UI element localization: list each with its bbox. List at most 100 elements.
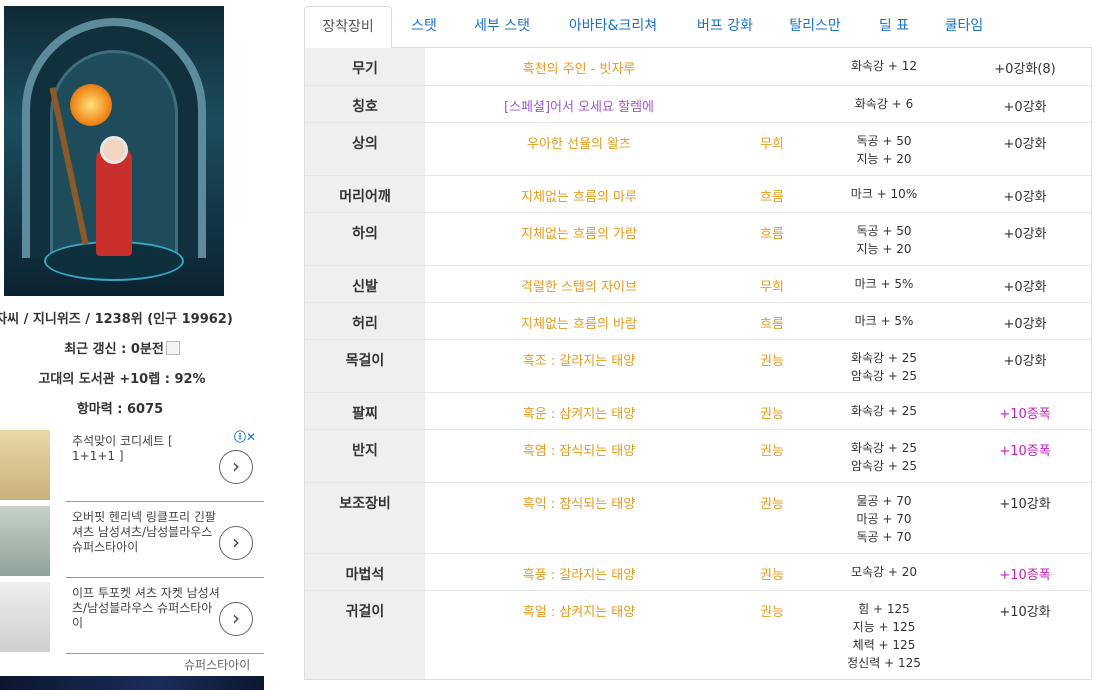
equipment-stat-line: 화속강 + 25	[850, 404, 918, 418]
tab-stats[interactable]: 스탯	[398, 6, 450, 48]
equipment-stats: 힘 + 125 지능 + 125 체력 + 125 정신력 + 125	[811, 600, 957, 672]
equipment-stat-line: 지능 + 125	[852, 620, 916, 634]
ad-banner[interactable]	[0, 676, 264, 690]
equipment-enhancement: +10증폭	[999, 407, 1051, 422]
equipment-stat-line: 암속강 + 25	[850, 369, 918, 383]
tab-buff-enhance[interactable]: 버프 강화	[686, 6, 764, 48]
tab-detail-stats[interactable]: 세부 스탯	[462, 6, 542, 48]
equipment-name[interactable]: 우아한 선율의 왈츠	[425, 133, 733, 152]
equipment-enhancement: +0강화	[1003, 280, 1047, 295]
equipment-stat-line: 지능 + 20	[856, 152, 912, 166]
equipment-slot: 칭호	[305, 86, 425, 122]
equipment-row[interactable]: 허리 지체없는 흐름의 바람 흐름 마크 + 5% +0강화	[305, 302, 1091, 339]
character-panel: 자씨 / 지니위즈 / 1238위 (인구 19962) 최근 갱신 : 0분전…	[0, 0, 280, 690]
ad-thumbnail[interactable]	[0, 506, 50, 576]
chevron-right-icon[interactable]: ›	[219, 526, 253, 560]
chevron-right-icon[interactable]: ›	[219, 602, 253, 636]
equipment-slot: 귀걸이	[305, 591, 425, 679]
equipment-slot: 신발	[305, 266, 425, 302]
equipment-set: 권능	[760, 605, 784, 620]
equipment-row[interactable]: 반지 흑염 : 잠식되는 태양 권능 화속강 + 25 암속강 + 25 +10증폭	[305, 429, 1091, 482]
equipment-row[interactable]: 귀걸이 흑얼 : 삼켜지는 태양 권능 힘 + 125 지능 + 125 체력 + 125…	[305, 590, 1091, 679]
equipment-slot: 마법석	[305, 554, 425, 590]
equipment-stat-line: 마공 + 70	[856, 512, 912, 526]
equipment-stat-line: 독공 + 70	[856, 530, 912, 544]
equipment-stat-line: 모속강 + 20	[850, 565, 918, 579]
tab-talisman[interactable]: 탈리스만	[782, 6, 848, 48]
equipment-slot: 허리	[305, 303, 425, 339]
equipment-slot: 팔찌	[305, 393, 425, 429]
equipment-set: 권능	[760, 407, 784, 422]
equipment-name[interactable]: 흑풍 : 갈라지는 태양	[425, 564, 733, 583]
ad-item[interactable]: 이프 투포켓 셔츠 자켓 남성셔츠/남성블라우스 슈퍼스타아이 ›	[0, 578, 264, 654]
tab-cooldown[interactable]: 쿨타임	[936, 6, 992, 48]
equipment-row[interactable]: 하의 지체없는 흐름의 가람 흐름 독공 + 50 지능 + 20 +0강화	[305, 212, 1091, 265]
ad-item[interactable]: 추석맞이 코디세트 [ 1+1+1 ] ›	[0, 426, 264, 502]
equipment-row[interactable]: 신발 격렬한 스텝의 자이브 무희 마크 + 5% +0강화	[305, 265, 1091, 302]
equipment-stats: 화속강 + 25	[811, 402, 957, 420]
equipment-slot: 머리어깨	[305, 176, 425, 212]
equipment-stat-line: 화속강 + 6	[854, 97, 914, 111]
equipment-stats: 물공 + 70 마공 + 70 독공 + 70	[811, 492, 957, 546]
equipment-stat-line: 정신력 + 125	[847, 656, 921, 670]
equipment-slot: 목걸이	[305, 340, 425, 392]
equipment-stat-line: 체력 + 125	[852, 638, 916, 652]
equipment-enhancement: +0강화	[1003, 137, 1047, 152]
equipment-row[interactable]: 팔찌 흑운 : 삼켜지는 태양 권능 화속강 + 25 +10증폭	[305, 392, 1091, 429]
equipment-row[interactable]: 머리어깨 지체없는 흐름의 마루 흐름 마크 + 10% +0강화	[305, 175, 1091, 212]
equipment-stat-line: 물공 + 70	[856, 494, 912, 508]
equipment-set: 흐름	[760, 317, 784, 332]
equipment-name[interactable]: 지체없는 흐름의 바람	[425, 313, 733, 332]
tab-avatar-creature[interactable]: 아바타&크리쳐	[560, 6, 666, 48]
equipment-stats: 화속강 + 6	[811, 95, 957, 113]
equipment-enhancement: +0강화	[1003, 190, 1047, 205]
ad-item-text[interactable]: 이프 투포켓 셔츠 자켓 남성셔츠/남성블라우스 슈퍼스타아이	[72, 586, 222, 631]
ad-advertiser[interactable]: 슈퍼스타아이	[184, 656, 250, 673]
equipment-set: 권능	[760, 444, 784, 459]
equipment-name[interactable]: [스페셜]어서 오세요 할렘에	[425, 96, 733, 115]
character-rank-line: 자씨 / 지니위즈 / 1238위 (인구 19962)	[0, 312, 233, 327]
equipment-name[interactable]: 지체없는 흐름의 가람	[425, 223, 733, 242]
equipment-stat-line: 화속강 + 12	[850, 59, 918, 73]
equipment-name[interactable]: 격렬한 스텝의 자이브	[425, 276, 733, 295]
equipment-name[interactable]: 흑익 : 잠식되는 태양	[425, 493, 733, 512]
tab-equipment[interactable]: 장착장비	[304, 6, 392, 49]
equipment-enhancement: +0강화	[1003, 354, 1047, 369]
equipment-name[interactable]: 흑얼 : 삼켜지는 태양	[425, 601, 733, 620]
equipment-stats: 마크 + 10%	[811, 185, 957, 203]
equipment-stats: 마크 + 5%	[811, 275, 957, 293]
equipment-stat-line: 지능 + 20	[856, 242, 912, 256]
equipment-name[interactable]: 흑염 : 잠식되는 태양	[425, 440, 733, 459]
equipment-row[interactable]: 칭호 [스페셜]어서 오세요 할렘에 화속강 + 6 +0강화	[305, 85, 1091, 122]
ad-thumbnail[interactable]	[0, 430, 50, 500]
last-update-label: 최근 갱신 : 0분전	[64, 342, 164, 357]
equipment-name[interactable]: 흑천의 주인 - 빗자루	[425, 58, 733, 77]
ad-item-text[interactable]: 오버핏 헨리넥 링클프리 긴팔셔츠 남성셔츠/남성블라우스 슈퍼스타아이	[72, 510, 222, 555]
chevron-right-icon[interactable]: ›	[219, 450, 253, 484]
tab-damage-table[interactable]: 딜 표	[870, 6, 918, 48]
refresh-icon[interactable]	[165, 341, 180, 355]
ad-item[interactable]: 오버핏 헨리넥 링클프리 긴팔셔츠 남성셔츠/남성블라우스 슈퍼스타아이 ›	[0, 502, 264, 578]
equipment-name[interactable]: 흑조 : 갈라지는 태양	[425, 350, 733, 369]
equipment-table: 무기 흑천의 주인 - 빗자루 화속강 + 12 +0강화(8) 칭호 [스페셜]어서 오…	[304, 48, 1092, 680]
equipment-stats: 화속강 + 25 암속강 + 25	[811, 349, 957, 385]
equipment-name[interactable]: 지체없는 흐름의 마루	[425, 186, 733, 205]
equipment-slot: 보조장비	[305, 483, 425, 553]
equipment-enhancement: +10강화	[999, 497, 1051, 512]
equipment-set: 권능	[760, 568, 784, 583]
equipment-row[interactable]: 보조장비 흑익 : 잠식되는 태양 권능 물공 + 70 마공 + 70 독공 + 70 +…	[305, 482, 1091, 553]
equipment-set: 흐름	[760, 227, 784, 242]
equipment-name[interactable]: 흑운 : 삼켜지는 태양	[425, 403, 733, 422]
equipment-row[interactable]: 마법석 흑풍 : 갈라지는 태양 권능 모속강 + 20 +10증폭	[305, 553, 1091, 590]
equipment-slot: 하의	[305, 213, 425, 265]
equipment-slot: 상의	[305, 123, 425, 175]
equipment-row[interactable]: 무기 흑천의 주인 - 빗자루 화속강 + 12 +0강화(8)	[305, 48, 1091, 85]
equipment-row[interactable]: 상의 우아한 선율의 왈츠 무희 독공 + 50 지능 + 20 +0강화	[305, 122, 1091, 175]
equipment-stats: 독공 + 50 지능 + 20	[811, 222, 957, 258]
equipment-row[interactable]: 목걸이 흑조 : 갈라지는 태양 권능 화속강 + 25 암속강 + 25 +0강화	[305, 339, 1091, 392]
ad-thumbnail[interactable]	[0, 582, 50, 652]
ad-item-text[interactable]: 추석맞이 코디세트 [ 1+1+1 ]	[72, 434, 202, 464]
equipment-stat-line: 독공 + 50	[856, 134, 912, 148]
equipment-stat-line: 화속강 + 25	[850, 351, 918, 365]
equipment-set: 권능	[760, 497, 784, 512]
